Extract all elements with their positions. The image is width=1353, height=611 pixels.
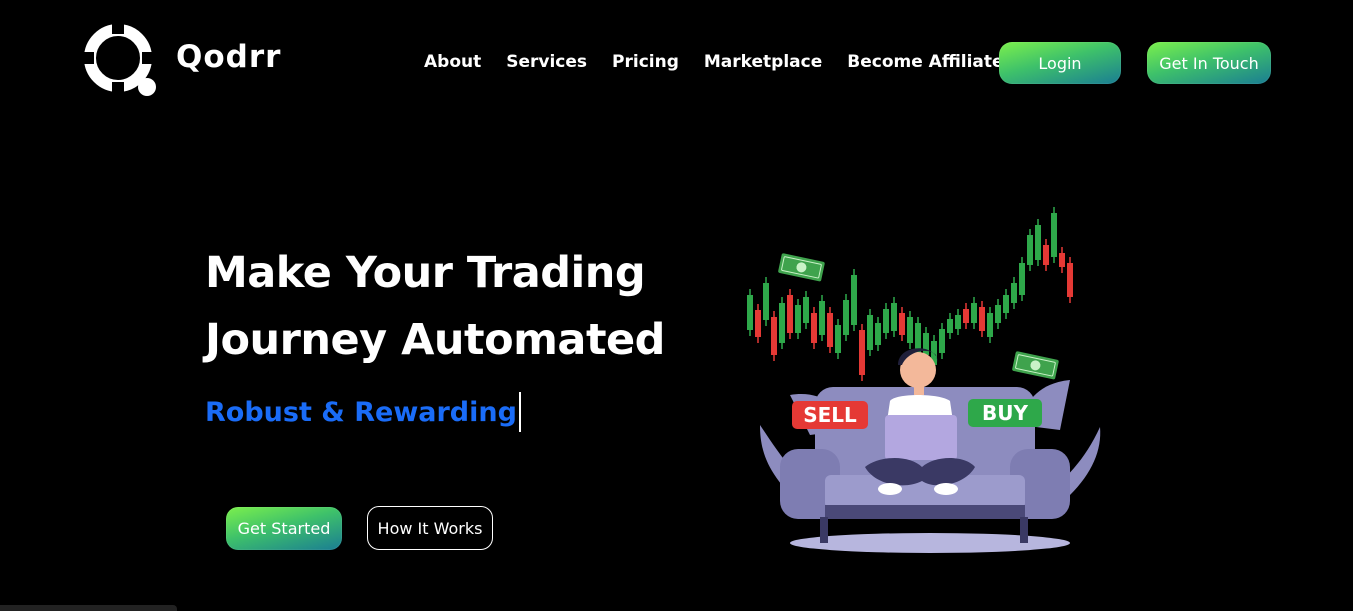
candle-body [907, 317, 913, 343]
candle-body [979, 307, 985, 331]
nav-services[interactable]: Services [506, 52, 587, 72]
candle-body [1067, 263, 1073, 297]
sell-tag: SELL [792, 401, 868, 429]
get-in-touch-button[interactable]: Get In Touch [1147, 42, 1271, 84]
nav-become-affiliate[interactable]: Become Affiliate [847, 52, 1003, 72]
nav-about[interactable]: About [424, 52, 481, 72]
hero-headline-line1: Make Your Trading [205, 248, 646, 298]
candle-body [1035, 225, 1041, 260]
status-bar [0, 605, 177, 611]
candle-body [835, 325, 841, 353]
candle-body [803, 297, 809, 323]
candle-body [987, 313, 993, 337]
candle-body [947, 319, 953, 333]
candle-body [1003, 295, 1009, 313]
candle-body [779, 303, 785, 343]
how-it-works-button[interactable]: How It Works [367, 506, 493, 550]
candle-body [1027, 235, 1033, 265]
candle-body [1043, 245, 1049, 265]
candle-body [1019, 263, 1025, 295]
trading-illustration: SELL BUY [740, 205, 1120, 565]
candle-body [939, 329, 945, 353]
candle-body [763, 283, 769, 320]
candle-body [771, 317, 777, 355]
buy-tag: BUY [968, 399, 1042, 427]
get-started-button[interactable]: Get Started [226, 507, 342, 550]
hero-headline-line2: Journey Automated [205, 315, 665, 365]
candle-body [867, 315, 873, 350]
candle-body [787, 295, 793, 333]
typing-cursor [518, 392, 521, 432]
candle-body [795, 305, 801, 333]
candle-body [875, 323, 881, 345]
candle-body [755, 310, 761, 337]
candle-body [891, 303, 897, 331]
candle-body [955, 315, 961, 329]
candle-body [899, 313, 905, 335]
trading-illustration-svg: SELL BUY [747, 207, 1101, 553]
dollar-bill-icon [1012, 351, 1059, 380]
sell-label: SELL [803, 403, 857, 427]
dollar-bill-icon [778, 253, 825, 282]
candle-body [827, 313, 833, 347]
candle-body [747, 295, 753, 330]
candle-body [1011, 283, 1017, 303]
candle-body [883, 309, 889, 333]
brand-logo[interactable]: Qodrr [82, 22, 281, 98]
candle-body [923, 333, 929, 355]
candle-body [819, 301, 825, 335]
brand-name: Qodrr [176, 39, 282, 75]
candle-body [843, 300, 849, 335]
main-nav: About Services Pricing Marketplace Becom… [424, 52, 1029, 72]
hero-subheadline-text: Robust & Rewarding [205, 396, 517, 428]
buy-label: BUY [982, 401, 1028, 425]
qodrr-logo-icon [82, 22, 158, 98]
candle-body [1051, 213, 1057, 257]
candle-body [1059, 253, 1065, 267]
login-button[interactable]: Login [999, 42, 1121, 84]
nav-pricing[interactable]: Pricing [612, 52, 679, 72]
candle-body [963, 309, 969, 323]
hero-headline: Make Your Trading Journey Automated [205, 240, 665, 374]
candle-body [971, 303, 977, 323]
hero-subheadline: Robust & Rewarding [205, 392, 521, 432]
candle-body [995, 305, 1001, 323]
candle-body [851, 275, 857, 325]
candle-body [811, 313, 817, 343]
nav-marketplace[interactable]: Marketplace [704, 52, 822, 72]
candle-body [859, 330, 865, 375]
